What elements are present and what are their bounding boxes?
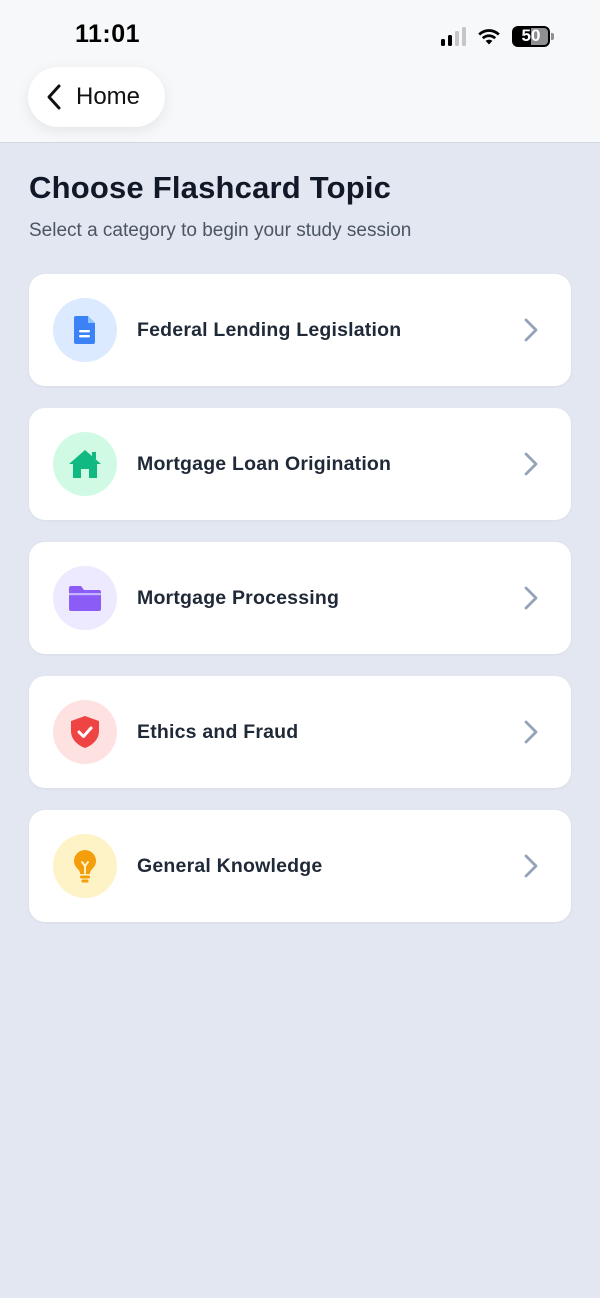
page-subtitle: Select a category to begin your study se… (29, 220, 412, 241)
chevron-right-icon (524, 586, 538, 610)
topic-card-mortgage-loan-origination[interactable]: Mortgage Loan Origination (29, 408, 571, 520)
status-icons: 50 (441, 24, 554, 48)
document-icon (74, 316, 95, 344)
topic-list: Federal Lending Legislation Mortgage Loa… (29, 274, 571, 922)
topic-icon-circle (53, 834, 117, 898)
cellular-signal-icon (441, 26, 466, 46)
house-icon (69, 450, 101, 478)
folder-icon (69, 586, 101, 611)
status-time: 11:01 (75, 20, 141, 48)
chevron-right-icon (524, 452, 538, 476)
topic-label: Mortgage Processing (137, 586, 340, 609)
topic-icon-circle (53, 298, 117, 362)
topic-label: Mortgage Loan Origination (137, 452, 392, 475)
lightbulb-icon (74, 850, 96, 883)
topic-label: Federal Lending Legislation (137, 318, 402, 341)
topic-icon-circle (53, 700, 117, 764)
back-button-label: Home (76, 83, 141, 110)
back-button[interactable]: Home (28, 67, 166, 127)
chevron-right-icon (524, 854, 538, 878)
wifi-icon (478, 29, 500, 45)
chevron-left-icon (47, 84, 61, 110)
battery-level: 50 (521, 26, 541, 45)
topic-card-general-knowledge[interactable]: General Knowledge (29, 810, 571, 922)
topic-card-ethics-and-fraud[interactable]: Ethics and Fraud (29, 676, 571, 788)
shield-check-icon (71, 716, 99, 748)
topic-label: General Knowledge (137, 854, 323, 877)
topic-card-federal-lending-legislation[interactable]: Federal Lending Legislation (29, 274, 571, 386)
chevron-right-icon (524, 720, 538, 744)
page-title: Choose Flashcard Topic (29, 170, 392, 205)
top-bar: 11:01 50 Home (0, 0, 600, 143)
chevron-right-icon (524, 318, 538, 342)
topic-card-mortgage-processing[interactable]: Mortgage Processing (29, 542, 571, 654)
topic-icon-circle (53, 432, 117, 496)
battery-icon: 50 (512, 25, 550, 47)
topic-label: Ethics and Fraud (137, 720, 299, 743)
topic-icon-circle (53, 566, 117, 630)
